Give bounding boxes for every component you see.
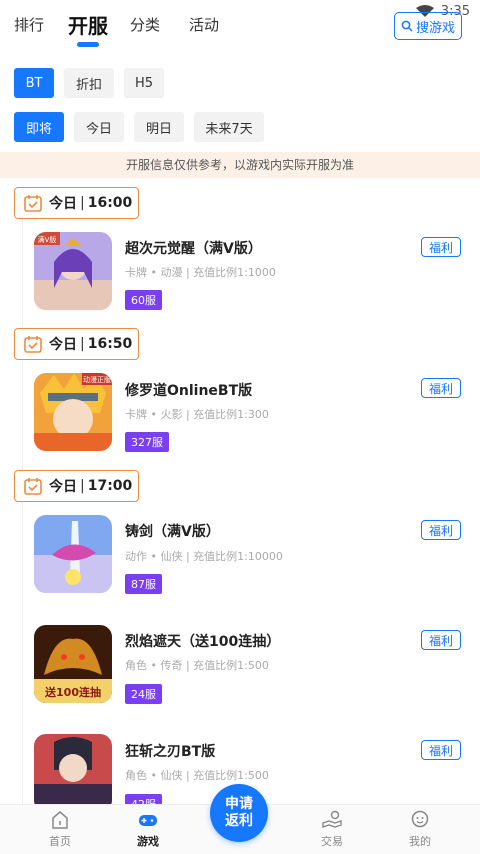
game-icon[interactable]: 送100连抽 [34, 625, 112, 703]
apply-rebate-line1: 申请 [225, 796, 253, 812]
nav-trade[interactable]: 交易 [302, 809, 362, 849]
welfare-tag[interactable]: 福利 [421, 740, 461, 760]
welfare-tag[interactable]: 福利 [421, 630, 461, 650]
icon-overlay-text: 送100连抽 [44, 685, 101, 699]
game-meta: 卡牌 • 动漫 | 充值比例1:1000 [125, 266, 276, 279]
game-meta: 角色 • 传奇 | 充值比例1:500 [125, 659, 269, 672]
tab-ranking[interactable]: 排行 [14, 14, 44, 35]
welfare-tag[interactable]: 福利 [421, 378, 461, 398]
tab-category[interactable]: 分类 [130, 14, 160, 35]
tab-server-open[interactable]: 开服 [68, 10, 108, 39]
welfare-tag[interactable]: 福利 [421, 520, 461, 540]
calendar-icon [24, 478, 42, 495]
filter-discount[interactable]: 折扣 [64, 68, 114, 98]
timeline-line [22, 218, 23, 818]
time-header-time: 16:00 [87, 195, 133, 211]
nav-games-label: 游戏 [137, 835, 159, 848]
icon-corner-text: 满V版 [38, 235, 57, 244]
welfare-tag[interactable]: 福利 [421, 237, 461, 257]
apply-rebate-line2: 返利 [225, 813, 253, 829]
filter-bt[interactable]: BT [14, 68, 54, 98]
nav-trade-label: 交易 [321, 835, 343, 848]
search-icon [401, 20, 413, 32]
game-meta: 卡牌 • 火影 | 充值比例1:300 [125, 408, 269, 421]
top-navigation: 排行 开服 分类 活动 3:35 搜游戏 [0, 0, 480, 56]
apply-rebate-button[interactable]: 申请 返利 [210, 784, 268, 842]
game-icon[interactable]: 动漫正版 [34, 373, 112, 451]
anime-girl-icon: 满V版 [34, 232, 112, 310]
game-title[interactable]: 超次元觉醒（满V版） [125, 238, 262, 258]
game-icon[interactable]: 满V版 [34, 232, 112, 310]
time-header-separator: | [80, 336, 85, 352]
ninja-icon: 动漫正版 [34, 373, 112, 451]
search-game-button[interactable]: 搜游戏 [394, 12, 462, 40]
calendar-icon [24, 195, 42, 212]
time-header-day: 今日 [49, 337, 77, 353]
icon-corner-text: 动漫正版 [83, 375, 111, 384]
nav-games[interactable]: 游戏 [118, 809, 178, 849]
sword-icon [34, 515, 112, 593]
filter-h5[interactable]: H5 [124, 68, 164, 98]
time-header-separator: | [80, 478, 85, 494]
game-title[interactable]: 烈焰遮天（送100连抽） [125, 631, 280, 651]
server-notice: 开服信息仅供参考，以游戏内实际开服为准 [0, 152, 480, 178]
swordsman-icon [34, 734, 112, 812]
trade-icon [322, 810, 342, 828]
dragon-icon: 送100连抽 [34, 625, 112, 703]
time-header-time: 16:50 [87, 336, 133, 352]
game-meta: 角色 • 仙侠 | 充值比例1:500 [125, 769, 269, 782]
time-header-time: 17:00 [87, 478, 133, 494]
gamepad-icon [139, 815, 157, 826]
filter-tomorrow[interactable]: 明日 [134, 112, 184, 142]
time-header: 今日 | 16:00 [14, 187, 139, 219]
time-header: 今日 | 16:50 [14, 328, 139, 360]
nav-home[interactable]: 首页 [30, 809, 90, 849]
game-icon[interactable] [34, 515, 112, 593]
home-icon [52, 811, 68, 829]
tab-activity[interactable]: 活动 [189, 14, 219, 35]
filter-today[interactable]: 今日 [74, 112, 124, 142]
game-meta: 动作 • 仙侠 | 充值比例1:10000 [125, 550, 283, 563]
game-icon[interactable] [34, 734, 112, 812]
calendar-icon [24, 336, 42, 353]
profile-icon [411, 810, 429, 828]
game-title[interactable]: 修罗道OnlineBT版 [125, 380, 252, 400]
game-title[interactable]: 铸剑（满V版） [125, 521, 220, 541]
time-header-day: 今日 [49, 479, 77, 495]
filter-next-7-days[interactable]: 未来7天 [194, 112, 264, 142]
server-badge: 24服 [125, 684, 162, 704]
time-header: 今日 | 17:00 [14, 470, 139, 502]
time-header-separator: | [80, 195, 85, 211]
search-label: 搜游戏 [415, 20, 455, 36]
time-header-day: 今日 [49, 196, 77, 212]
nav-profile[interactable]: 我的 [390, 809, 450, 849]
nav-home-label: 首页 [49, 835, 71, 848]
nav-profile-label: 我的 [409, 835, 431, 848]
server-badge: 60服 [125, 290, 162, 310]
server-badge: 87服 [125, 574, 162, 594]
filter-upcoming[interactable]: 即将 [14, 112, 64, 142]
game-title[interactable]: 狂斩之刃BT版 [125, 741, 215, 761]
server-badge: 327服 [125, 432, 169, 452]
active-tab-indicator [77, 42, 99, 47]
